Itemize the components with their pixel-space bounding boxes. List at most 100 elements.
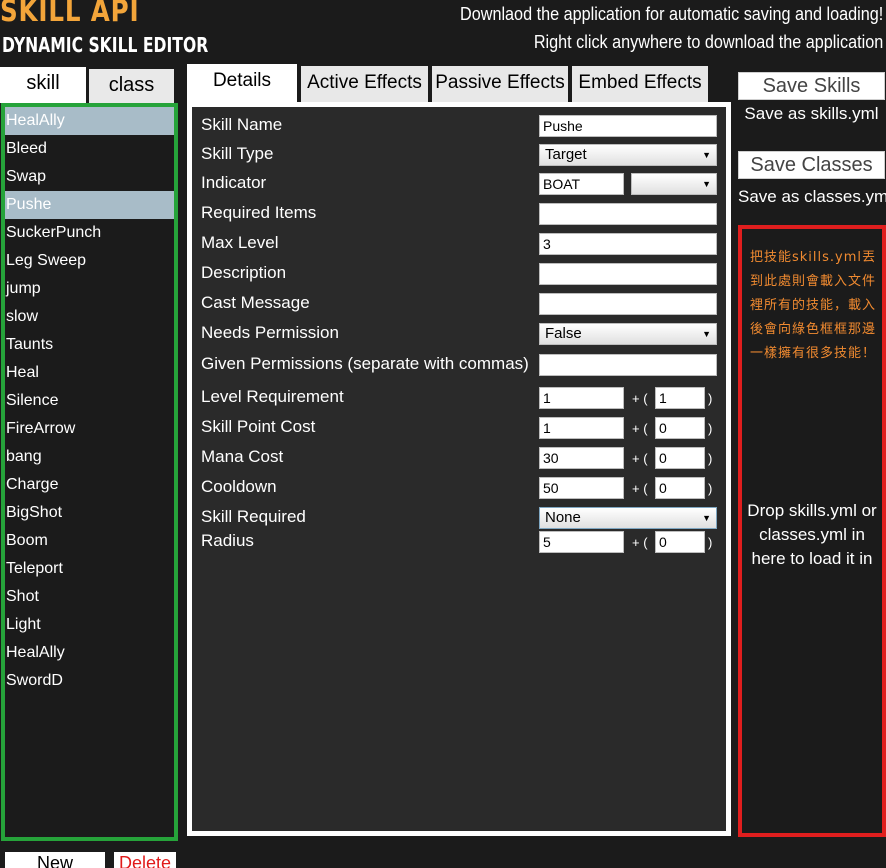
- list-item[interactable]: Teleport: [5, 555, 174, 583]
- list-item[interactable]: slow: [5, 303, 174, 331]
- list-item[interactable]: FireArrow: [5, 415, 174, 443]
- skill-list: HealAlly Bleed Swap Pushe SuckerPunch Le…: [1, 103, 178, 841]
- list-item[interactable]: SuckerPunch: [5, 219, 174, 247]
- skill-required-value: None: [545, 509, 581, 526]
- chevron-down-icon: ▼: [702, 179, 711, 189]
- max-level-label: Max Level: [201, 233, 279, 252]
- save-skills-button[interactable]: Save Skills: [738, 72, 885, 100]
- mana-cost-row: Mana Cost 30 + ( 0 ): [192, 447, 726, 473]
- chevron-down-icon: ▼: [702, 329, 711, 339]
- skill-name-label: Skill Name: [201, 115, 283, 134]
- skill-required-select[interactable]: None ▼: [539, 507, 717, 529]
- skill-name-input[interactable]: Pushe: [539, 115, 717, 137]
- list-item[interactable]: HealAlly: [5, 639, 174, 667]
- description-label: Description: [201, 263, 287, 282]
- skill-point-cost-row: Skill Point Cost 1 + ( 0 ): [192, 417, 726, 443]
- needs-permission-value: False: [545, 325, 582, 342]
- needs-permission-label: Needs Permission: [201, 323, 339, 342]
- tab-skill[interactable]: skill: [0, 67, 86, 103]
- cast-message-input[interactable]: [539, 293, 717, 315]
- skill-type-row: Skill Type Target ▼: [192, 144, 726, 170]
- max-level-input[interactable]: 3: [539, 233, 717, 255]
- list-item[interactable]: bang: [5, 443, 174, 471]
- description-row: Description: [192, 263, 726, 289]
- list-item[interactable]: Pushe: [5, 191, 174, 219]
- tab-passive-effects[interactable]: Passive Effects: [432, 66, 570, 102]
- list-item[interactable]: Swap: [5, 163, 174, 191]
- tab-embed-effects[interactable]: Embed Effects: [572, 66, 710, 102]
- list-item[interactable]: Leg Sweep: [5, 247, 174, 275]
- skill-point-cost-base-input[interactable]: 1: [539, 417, 624, 439]
- cast-message-row: Cast Message: [192, 293, 726, 319]
- given-permissions-label: Given Permissions (separate with commas): [201, 354, 529, 373]
- delete-button[interactable]: Delete: [114, 852, 176, 868]
- save-classes-note: Save as classes.yml: [738, 187, 886, 206]
- list-item[interactable]: SwordD: [5, 667, 174, 695]
- indicator-select[interactable]: ▼: [631, 173, 717, 195]
- plus-open-text: + (: [632, 391, 648, 406]
- list-item[interactable]: Light: [5, 611, 174, 639]
- indicator-input[interactable]: BOAT: [539, 173, 624, 195]
- skill-point-cost-scale-input[interactable]: 0: [655, 417, 705, 439]
- skill-type-label: Skill Type: [201, 144, 274, 163]
- mana-cost-scale-input[interactable]: 0: [655, 447, 705, 469]
- list-item[interactable]: Taunts: [5, 331, 174, 359]
- cooldown-scale-input[interactable]: 0: [655, 477, 705, 499]
- close-paren-text: ): [708, 481, 713, 496]
- list-item[interactable]: Boom: [5, 527, 174, 555]
- required-items-input[interactable]: [539, 203, 717, 225]
- close-paren-text: ): [708, 421, 713, 436]
- tab-class[interactable]: class: [89, 69, 174, 105]
- required-items-row: Required Items: [192, 203, 726, 229]
- new-button[interactable]: New: [5, 852, 105, 868]
- skill-required-row: Skill Required None ▼: [192, 507, 726, 533]
- plus-open-text: + (: [632, 451, 648, 466]
- list-item[interactable]: HealAlly: [5, 107, 174, 135]
- radius-label: Radius: [201, 531, 254, 550]
- level-requirement-scale-input[interactable]: 1: [655, 387, 705, 409]
- cooldown-row: Cooldown 50 + ( 0 ): [192, 477, 726, 503]
- needs-permission-select[interactable]: False ▼: [539, 323, 717, 345]
- required-items-label: Required Items: [201, 203, 317, 222]
- close-paren-text: ): [708, 451, 713, 466]
- drop-annotation: 把技能skills.yml丟到此處則會載入文件裡所有的技能，載入後會向綠色框框那…: [750, 250, 877, 361]
- list-item[interactable]: Silence: [5, 387, 174, 415]
- list-item[interactable]: jump: [5, 275, 174, 303]
- level-requirement-row: Level Requirement 1 + ( 1 ): [192, 387, 726, 413]
- save-skills-note: Save as skills.yml: [744, 104, 879, 123]
- chevron-down-icon: ▼: [702, 513, 711, 523]
- needs-permission-row: Needs Permission False ▼: [192, 323, 726, 349]
- chevron-down-icon: ▼: [702, 150, 711, 160]
- level-requirement-base-input[interactable]: 1: [539, 387, 624, 409]
- max-level-row: Max Level 3: [192, 233, 726, 259]
- cooldown-base-input[interactable]: 50: [539, 477, 624, 499]
- drop-instructions: Drop skills.yml or classes.yml in here t…: [747, 501, 877, 568]
- description-input[interactable]: [539, 263, 717, 285]
- list-item[interactable]: Bleed: [5, 135, 174, 163]
- tab-details[interactable]: Details: [187, 64, 299, 102]
- level-requirement-label: Level Requirement: [201, 387, 344, 406]
- skill-type-value: Target: [545, 146, 587, 163]
- given-permissions-input[interactable]: [539, 354, 717, 376]
- file-drop-zone[interactable]: 把技能skills.yml丟到此處則會載入文件裡所有的技能，載入後會向綠色框框那…: [738, 225, 886, 837]
- given-permissions-row: Given Permissions (separate with commas): [192, 354, 726, 380]
- plus-open-text: + (: [632, 481, 648, 496]
- skill-required-label: Skill Required: [201, 507, 306, 526]
- details-form: Skill Name Pushe Skill Type Target ▼ Ind…: [192, 107, 726, 831]
- close-paren-text: ): [708, 391, 713, 406]
- list-item[interactable]: BigShot: [5, 499, 174, 527]
- list-item[interactable]: Heal: [5, 359, 174, 387]
- list-item[interactable]: Charge: [5, 471, 174, 499]
- list-item[interactable]: Shot: [5, 583, 174, 611]
- tab-active-effects[interactable]: Active Effects: [301, 66, 430, 102]
- skill-point-cost-label: Skill Point Cost: [201, 417, 316, 436]
- radius-base-input[interactable]: 5: [539, 531, 624, 553]
- radius-scale-input[interactable]: 0: [655, 531, 705, 553]
- indicator-label: Indicator: [201, 173, 267, 192]
- download-message: Downlaod the application for automatic s…: [459, 4, 883, 24]
- app-logo-title: SKILL API: [0, 0, 140, 29]
- mana-cost-base-input[interactable]: 30: [539, 447, 624, 469]
- skill-type-select[interactable]: Target ▼: [539, 144, 717, 166]
- right-click-message: Right click anywhere to download the app…: [533, 32, 883, 52]
- save-classes-button[interactable]: Save Classes: [738, 151, 885, 179]
